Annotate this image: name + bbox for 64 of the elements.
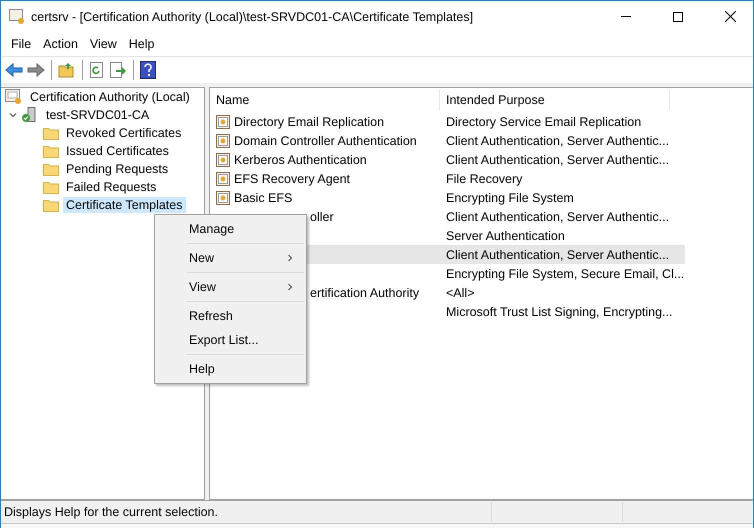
list-row[interactable]: EFS Recovery Agent File Recovery — [210, 169, 685, 188]
template-name: oller — [310, 210, 334, 224]
window-title: certsrv - [Certification Authority (Local)\test-SRVDC01-CA\Certificate Templates] — [31, 10, 474, 24]
chevron-icon — [286, 254, 294, 262]
menu-item[interactable]: View — [84, 37, 123, 51]
tree-item[interactable]: Revoked Certificates — [63, 125, 184, 141]
menu-item[interactable]: File — [5, 37, 38, 51]
folder-icon — [43, 198, 59, 212]
template-name: EFS Recovery Agent — [234, 172, 350, 186]
menu-entry[interactable]: Help — [155, 357, 306, 381]
tree-item[interactable]: Certification Authority (Local) — [27, 89, 193, 105]
app-icon — [9, 8, 25, 24]
list-row[interactable]: Domain Controller Authentication Client Authentication, Server Authentic... — [210, 131, 685, 150]
menu-item[interactable]: Help — [122, 37, 160, 51]
intended-purpose: Client Authentication, Server Authentic... — [445, 152, 670, 166]
folder-icon — [43, 144, 59, 158]
minimize-icon — [621, 16, 631, 17]
export-icon[interactable] — [109, 62, 127, 78]
intended-purpose: Client Authentication, Server Authentic... — [445, 134, 670, 148]
folder-icon — [43, 126, 59, 140]
menu-entry[interactable]: Export List... — [155, 328, 306, 352]
folder-up-icon[interactable] — [58, 62, 76, 78]
folder-icon — [43, 180, 59, 194]
tree-item[interactable]: test-SRVDC01-CA — [43, 107, 152, 123]
forward-arrow-icon[interactable] — [27, 62, 45, 78]
refresh-icon[interactable] — [89, 62, 105, 78]
list-row[interactable]: Basic EFS Encrypting File System — [210, 188, 685, 207]
column-header[interactable]: Name — [210, 90, 440, 110]
back-arrow-icon[interactable] — [5, 62, 23, 78]
certificate-icon — [216, 190, 230, 204]
menu-entry[interactable]: View — [155, 275, 306, 299]
chevron-icon — [9, 111, 17, 119]
intended-purpose: Encrypting File System, Secure Email, Cl... — [445, 266, 685, 280]
intended-purpose: <All> — [445, 286, 476, 300]
certificate-icon — [216, 172, 230, 186]
template-name: Domain Controller Authentication — [234, 134, 417, 148]
tree-item[interactable]: Failed Requests — [63, 179, 160, 195]
certificate-icon — [216, 152, 230, 166]
template-name: Basic EFS — [234, 190, 292, 204]
menu-entry[interactable]: Refresh — [155, 304, 306, 328]
folder-icon — [43, 162, 59, 176]
certificate-icon — [216, 114, 230, 128]
intended-purpose: File Recovery — [445, 172, 524, 186]
list-row[interactable]: Directory Email Replication Directory Service Email Replication — [210, 112, 685, 131]
menu-item[interactable]: Action — [37, 37, 84, 51]
menu-entry[interactable]: Manage — [155, 217, 306, 241]
intended-purpose: Client Authentication, Server Authentic... — [445, 210, 670, 224]
close-icon — [724, 11, 736, 22]
tree-item[interactable]: Pending Requests — [63, 161, 172, 177]
maximize-icon — [673, 12, 683, 22]
certificate-icon — [216, 134, 230, 148]
template-name: ertification Authority — [310, 286, 420, 300]
help-icon[interactable] — [140, 61, 156, 79]
chevron-icon — [286, 283, 294, 291]
tree-item[interactable]: Certificate Templates — [63, 197, 186, 213]
status-text: Displays Help for the current selection. — [3, 505, 219, 519]
tree-item[interactable]: Issued Certificates — [63, 143, 172, 159]
template-name: Kerberos Authentication — [234, 152, 367, 166]
column-header[interactable]: Intended Purpose — [440, 90, 670, 110]
template-name: Directory Email Replication — [234, 114, 384, 128]
intended-purpose: Client Authentication, Server Authentic... — [445, 248, 670, 262]
intended-purpose: Directory Service Email Replication — [445, 114, 642, 128]
list-row[interactable]: Kerberos Authentication Client Authentication, Server Authentic... — [210, 150, 685, 169]
intended-purpose: Encrypting File System — [445, 190, 575, 204]
